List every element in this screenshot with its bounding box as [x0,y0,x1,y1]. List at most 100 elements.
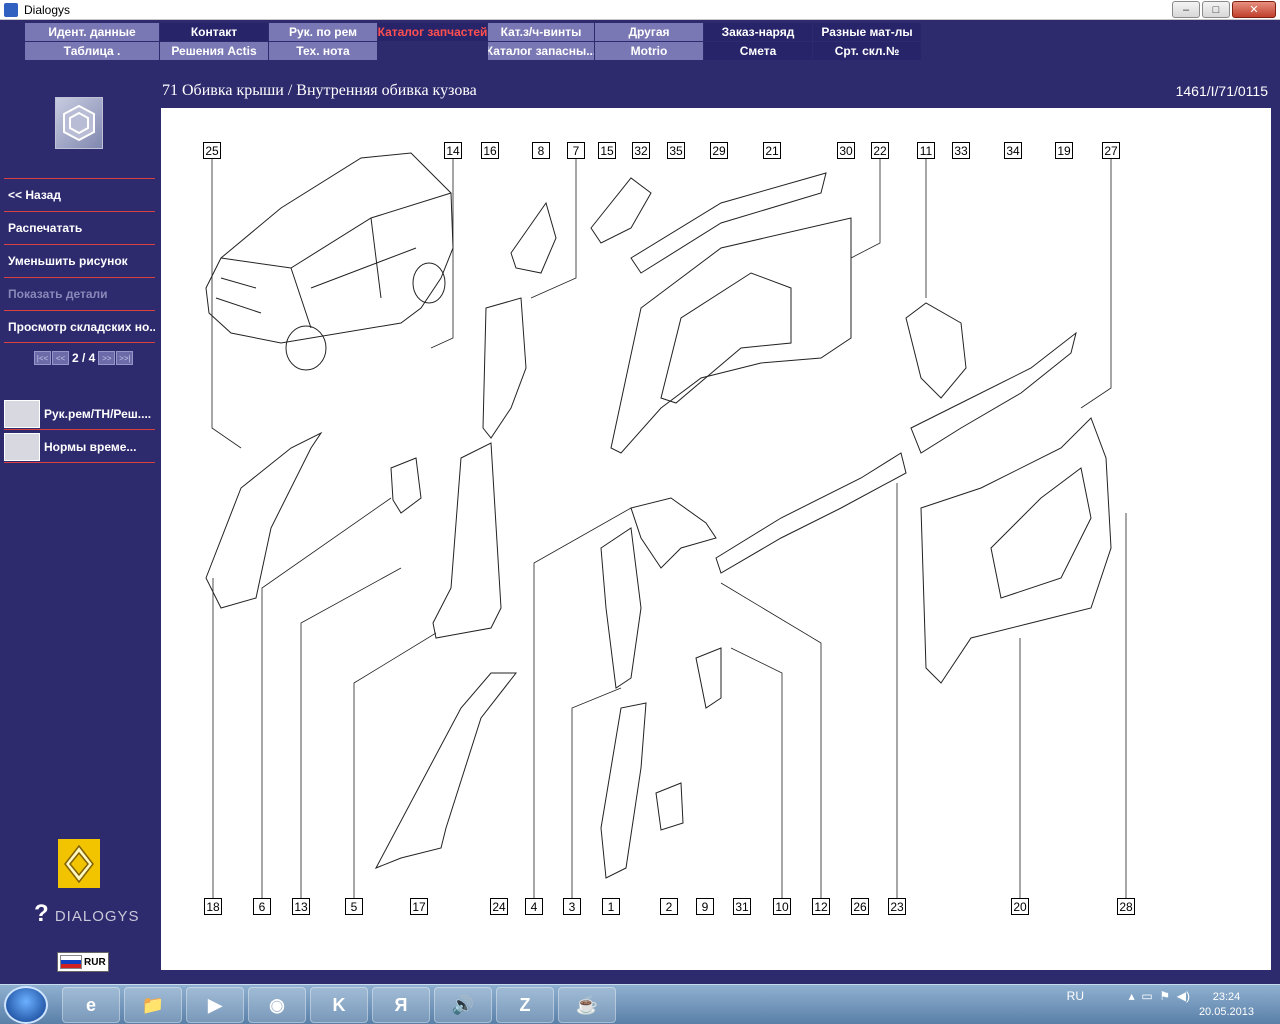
callout-21[interactable]: 21 [763,142,781,159]
callout-18[interactable]: 18 [204,898,222,915]
wrench-icon [4,399,40,428]
callout-27[interactable]: 27 [1102,142,1120,159]
flag-icon[interactable]: ⚑ [1159,989,1170,1003]
callout-35[interactable]: 35 [667,142,685,159]
russian-flag-icon [60,955,82,969]
part-b-pillar-lower-inner [600,702,647,879]
taskbar-java-icon[interactable]: ☕ [558,987,616,1023]
callout-17[interactable]: 17 [410,898,428,915]
tab-other[interactable]: Другая [595,23,703,41]
callout-19[interactable]: 19 [1055,142,1073,159]
taskbar-kaspersky-icon[interactable]: K [310,987,368,1023]
tab-contact[interactable]: Контакт [160,23,268,41]
part-roof-strip [630,172,827,274]
tray-arrow-icon[interactable]: ▴ [1129,989,1135,1003]
tab-tech-note[interactable]: Тех. нота [269,42,377,60]
tab-misc-materials[interactable]: Разные мат-лы [813,23,921,41]
callout-6[interactable]: 6 [253,898,271,915]
taskbar-yandex-icon[interactable]: Я [372,987,430,1023]
taskbar-explorer-icon[interactable]: 📁 [124,987,182,1023]
callout-9[interactable]: 9 [696,898,714,915]
next-page-button[interactable]: >> [98,351,116,365]
prev-page-button[interactable]: << [52,351,69,365]
callout-34[interactable]: 34 [1004,142,1022,159]
app-window: Идент. данные Контакт Рук. по рем Катало… [0,20,1280,978]
repair-manual-link[interactable]: Рук.рем/ТН/Реш.... [4,398,155,430]
tab-estimate[interactable]: Смета [704,42,812,60]
taskbar-chrome-icon[interactable]: ◉ [248,987,306,1023]
part-trim-12 [630,497,717,569]
part-sill-trim [715,452,907,574]
tab-parts-catalog[interactable]: Каталог запчастей [378,23,487,41]
callout-16[interactable]: 16 [481,142,499,159]
last-page-button[interactable]: >>| [116,351,134,365]
taskbar-media-player-icon[interactable]: ▶ [186,987,244,1023]
callout-30[interactable]: 30 [837,142,855,159]
first-page-button[interactable]: |<< [34,351,51,365]
callout-26[interactable]: 26 [851,898,869,915]
system-clock[interactable]: 23:24 20.05.2013 [1199,990,1254,1020]
minimize-button[interactable]: – [1172,1,1200,18]
callout-20[interactable]: 20 [1011,898,1029,915]
taskbar-z-app-icon[interactable]: Z [496,987,554,1023]
tab-stock-number[interactable]: Срт. скл.№ [813,42,921,60]
page-indicator: 2 / 4 [72,351,96,365]
callout-10[interactable]: 10 [773,898,791,915]
currency-label: RUR [84,956,106,968]
network-icon[interactable]: ▭ [1141,989,1152,1003]
callout-22[interactable]: 22 [871,142,889,159]
callout-3[interactable]: 3 [563,898,581,915]
callout-7[interactable]: 7 [567,142,585,159]
currency-selector[interactable]: RUR [57,952,109,972]
callout-32[interactable]: 32 [632,142,650,159]
callout-33[interactable]: 33 [952,142,970,159]
close-button[interactable]: ✕ [1232,1,1276,18]
taskbar-volume-app-icon[interactable]: 🔊 [434,987,492,1023]
tab-spare-catalog[interactable]: Каталог запасны... [488,42,594,60]
labour-time-link[interactable]: Нормы време... [4,431,155,463]
callout-8[interactable]: 8 [532,142,550,159]
leader-line-3 [571,687,622,898]
tab-table[interactable]: Таблица . [25,42,159,60]
callout-2[interactable]: 2 [660,898,678,915]
leader-line-25 [211,151,242,449]
callout-24[interactable]: 24 [490,898,508,915]
callout-29[interactable]: 29 [710,142,728,159]
system-tray-icons: ▴ ▭ ⚑ ◀) [1129,989,1190,1003]
callout-14[interactable]: 14 [444,142,462,159]
callout-25[interactable]: 25 [203,142,221,159]
windows-taskbar: e 📁 ▶ ◉ K Я 🔊 Z ☕ RU ▴ ▭ ⚑ ◀) 23:24 20.0… [0,984,1280,1024]
stock-view-button[interactable]: Просмотр складских но... [4,310,155,343]
callout-28[interactable]: 28 [1117,898,1135,915]
tab-screws-catalog[interactable]: Кат.з/ч-винты [488,23,594,41]
taskbar-ie-icon[interactable]: e [62,987,120,1023]
callout-12[interactable]: 12 [812,898,830,915]
callout-23[interactable]: 23 [888,898,906,915]
speaker-icon[interactable]: ◀) [1177,989,1190,1003]
callout-5[interactable]: 5 [345,898,363,915]
part-bracket-2 [655,782,684,831]
print-button[interactable]: Распечатать [4,211,155,244]
diagram-reference: 1461/I/71/0115 [1175,83,1268,99]
part-bracket-11 [905,302,967,399]
tab-work-order[interactable]: Заказ-наряд [704,23,812,41]
callout-4[interactable]: 4 [525,898,543,915]
window-title: Dialogys [24,2,71,17]
tab-motrio[interactable]: Motrio [595,42,703,60]
show-details-button[interactable]: Показать детали [4,277,155,310]
callout-31[interactable]: 31 [733,898,751,915]
callout-13[interactable]: 13 [292,898,310,915]
callout-11[interactable]: 11 [917,142,935,159]
tab-ident-data[interactable]: Идент. данные [25,23,159,41]
callout-15[interactable]: 15 [598,142,616,159]
back-button[interactable]: << Назад [4,178,155,211]
part-bracket-32 [590,177,652,244]
tab-repair-manual[interactable]: Рук. по рем [269,23,377,41]
maximize-button[interactable]: □ [1202,1,1230,18]
part-rear-side-panel [920,417,1112,684]
start-button[interactable] [4,986,48,1024]
zoom-out-button[interactable]: Уменьшить рисунок [4,244,155,277]
language-indicator[interactable]: RU [1067,989,1084,1003]
tab-actis[interactable]: Решения Actis [160,42,268,60]
callout-1[interactable]: 1 [602,898,620,915]
